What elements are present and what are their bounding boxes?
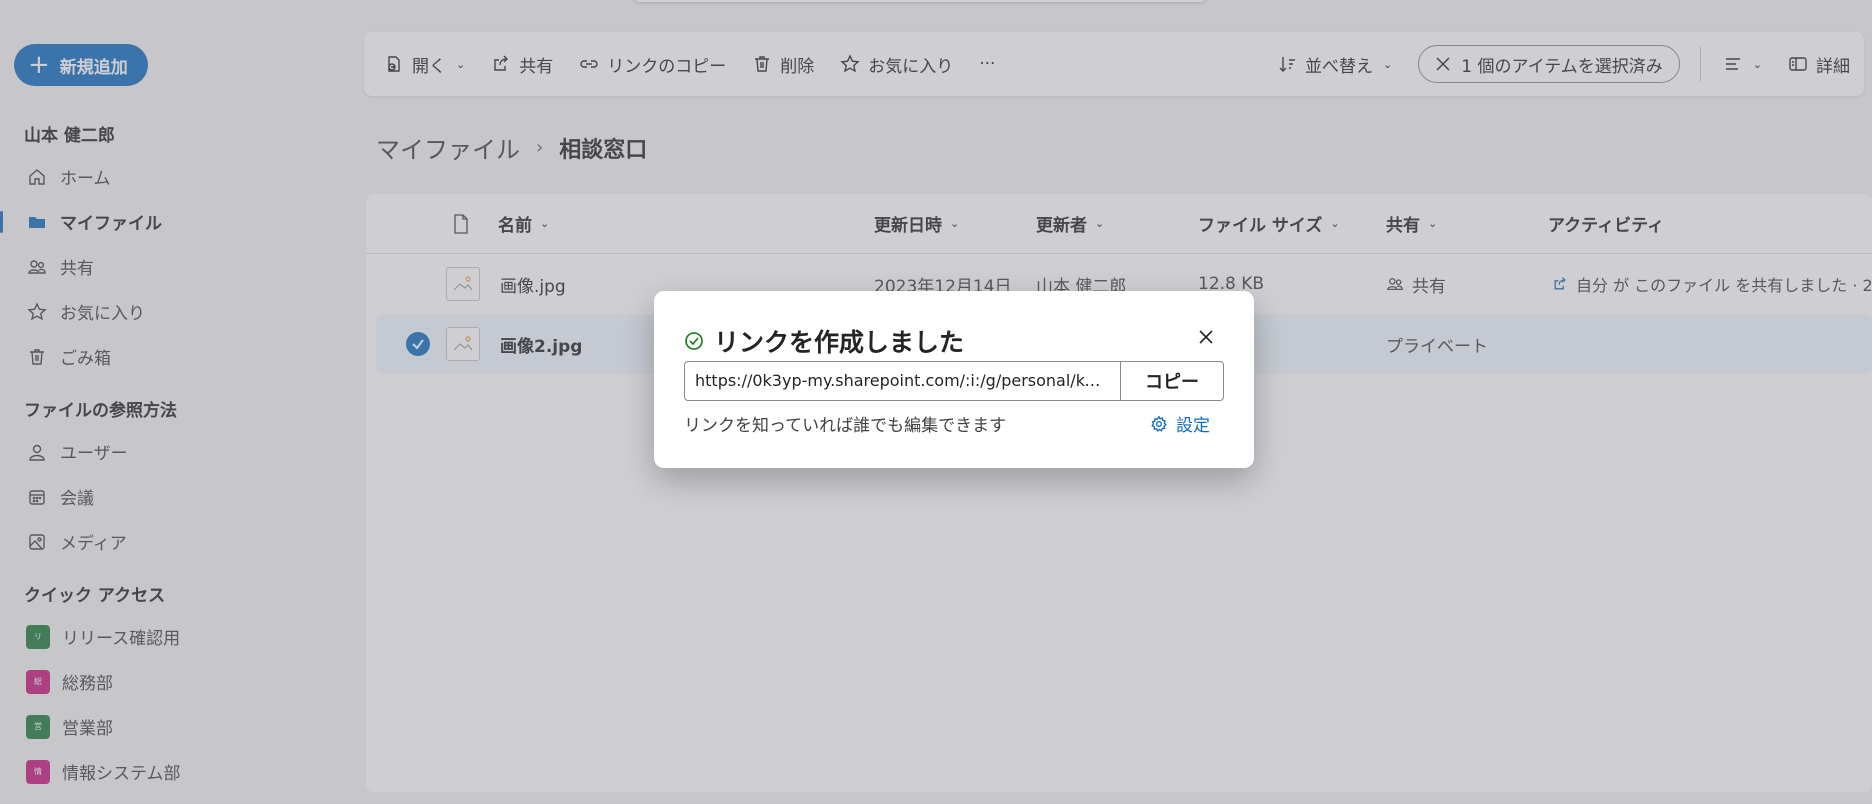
link-url-field[interactable]: https://0k3yp-my.sharepoint.com/:i:/g/pe…	[684, 361, 1121, 401]
dialog-title: リンクを作成しました	[684, 323, 964, 359]
link-permission-text: リンクを知っていれば誰でも編集できます	[684, 416, 1007, 436]
close-button[interactable]	[1196, 327, 1216, 347]
copy-button[interactable]: コピー	[1120, 361, 1224, 401]
link-created-dialog: リンクを作成しました https://0k3yp-my.sharepoint.c…	[654, 291, 1254, 468]
link-settings-button[interactable]: 設定	[1150, 411, 1210, 436]
gear-icon	[1151, 415, 1167, 432]
check-circle-icon	[685, 332, 703, 350]
close-icon	[1199, 330, 1213, 344]
